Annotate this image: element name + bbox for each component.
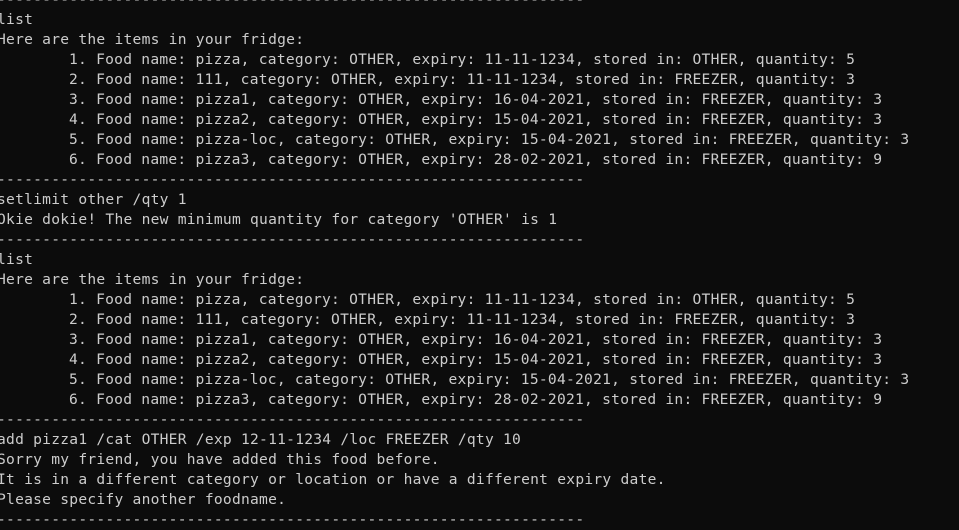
command-line: add pizza1 /cat OTHER /exp 12-11-1234 /l… (0, 431, 522, 448)
fridge-item: 3. Food name: pizza1, category: OTHER, e… (69, 91, 883, 108)
command-line: setlimit other /qty 1 (0, 191, 187, 208)
separator-line: ----------------------------------------… (0, 411, 582, 428)
command-line: list (0, 11, 34, 28)
fridge-item: 4. Food name: pizza2, category: OTHER, e… (69, 351, 883, 368)
response-line: Sorry my friend, you have added this foo… (0, 451, 440, 468)
fridge-item: 3. Food name: pizza1, category: OTHER, e… (69, 331, 883, 348)
separator-line: ----------------------------------------… (0, 171, 582, 188)
fridge-item: 5. Food name: pizza-loc, category: OTHER… (69, 131, 910, 148)
command-line: list (0, 251, 34, 268)
fridge-item: 2. Food name: 111, category: OTHER, expi… (69, 311, 856, 328)
response-line: Please specify another foodname. (0, 491, 287, 508)
separator-line: ----------------------------------------… (0, 231, 582, 248)
response-line: Okie dokie! The new minimum quantity for… (0, 211, 558, 228)
response-line: Here are the items in your fridge: (0, 271, 305, 288)
separator-line: ----------------------------------------… (0, 511, 582, 528)
response-line: It is in a different category or locatio… (0, 471, 666, 488)
response-line: Here are the items in your fridge: (0, 31, 305, 48)
terminal-output[interactable]: ----------------------------------------… (0, 0, 959, 530)
fridge-item: 1. Food name: pizza, category: OTHER, ex… (69, 51, 856, 68)
fridge-item: 5. Food name: pizza-loc, category: OTHER… (69, 371, 910, 388)
fridge-item: 1. Food name: pizza, category: OTHER, ex… (69, 291, 856, 308)
fridge-item: 2. Food name: 111, category: OTHER, expi… (69, 71, 856, 88)
fridge-item: 6. Food name: pizza3, category: OTHER, e… (69, 391, 883, 408)
fridge-item: 6. Food name: pizza3, category: OTHER, e… (69, 151, 883, 168)
fridge-item: 4. Food name: pizza2, category: OTHER, e… (69, 111, 883, 128)
separator-line: ----------------------------------------… (0, 0, 582, 10)
